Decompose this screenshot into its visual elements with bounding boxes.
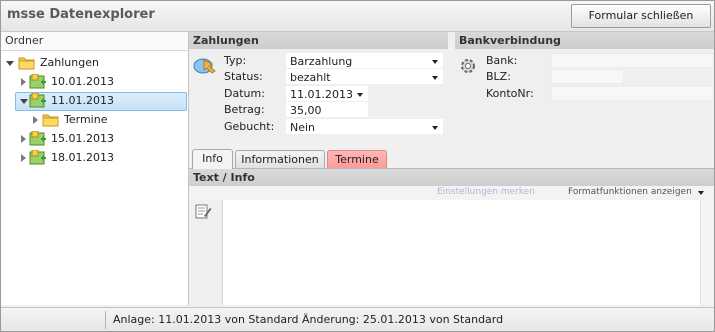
- field-row-datum: Datum: 11.01.2013: [219, 86, 448, 102]
- tree-item-label: 15.01.2013: [51, 132, 114, 145]
- editor-scrollbar[interactable]: [700, 200, 714, 305]
- text-panel-header: Text / Info: [189, 169, 714, 186]
- tree-item-label: 10.01.2013: [51, 75, 114, 88]
- dropdown-arrow-icon[interactable]: [698, 191, 704, 195]
- field-row-status: Status: bezahlt: [219, 69, 448, 85]
- field-label: Status:: [224, 70, 263, 83]
- expand-arrow-icon[interactable]: [21, 154, 26, 162]
- field-value: bezahlt: [290, 71, 331, 84]
- gear-icon: [458, 56, 478, 79]
- field-value: Barzahlung: [290, 55, 353, 68]
- field-row-typ: Typ: Barzahlung: [219, 53, 448, 69]
- dropdown-arrow-icon[interactable]: [432, 126, 438, 130]
- field-label: BLZ:: [486, 70, 511, 83]
- close-form-button[interactable]: Formular schließen: [571, 4, 711, 28]
- dropdown-arrow-icon[interactable]: [432, 60, 438, 64]
- gebucht-dropdown[interactable]: Nein: [286, 119, 443, 134]
- note-edit-icon[interactable]: [194, 202, 212, 223]
- date-node-icon: [29, 149, 47, 172]
- field-row-bank: Bank:: [480, 53, 714, 69]
- tree-item-label: 11.01.2013: [51, 94, 114, 107]
- tree-item-label: 18.01.2013: [51, 151, 114, 164]
- payment-group: Zahlungen Typ: Barzahlung Status: bezahl…: [189, 32, 448, 137]
- blz-input[interactable]: [551, 69, 624, 84]
- expand-arrow-icon[interactable]: [21, 78, 26, 86]
- tab-info[interactable]: Info: [192, 149, 233, 169]
- datum-datepicker[interactable]: 11.01.2013: [286, 86, 368, 101]
- bank-group-header: Bankverbindung: [455, 32, 714, 49]
- field-row-gebucht: Gebucht: Nein: [219, 119, 448, 135]
- kontonr-input[interactable]: [551, 86, 714, 101]
- status-divider: [105, 311, 106, 329]
- field-value: 35,00: [290, 104, 322, 117]
- field-label: Betrag:: [224, 103, 265, 116]
- window-title: msse Datenexplorer: [7, 7, 155, 22]
- bank-input[interactable]: [551, 53, 714, 68]
- field-label: Typ:: [224, 54, 247, 67]
- tree-item-date[interactable]: 18.01.2013: [1, 149, 187, 167]
- dropdown-arrow-icon[interactable]: [432, 76, 438, 80]
- tab-strip: Info Informationen Termine: [189, 148, 714, 169]
- betrag-input[interactable]: 35,00: [286, 102, 368, 117]
- tab-termine[interactable]: Termine: [327, 150, 387, 168]
- dropdown-arrow-icon[interactable]: [357, 93, 363, 97]
- field-label: KontoNr:: [486, 87, 534, 100]
- field-label: Gebucht:: [224, 120, 275, 133]
- payment-group-header: Zahlungen: [189, 32, 448, 49]
- status-bar: Anlage: 11.01.2013 von Standard Änderung…: [1, 307, 714, 331]
- tree-item-date[interactable]: 10.01.2013: [1, 73, 187, 91]
- payment-icon: [192, 56, 218, 81]
- field-row-blz: BLZ:: [480, 69, 714, 85]
- sidebar-header: Ordner: [1, 32, 188, 51]
- expand-arrow-icon[interactable]: [33, 116, 38, 124]
- expand-arrow-icon[interactable]: [21, 135, 26, 143]
- status-dropdown[interactable]: bezahlt: [286, 69, 443, 84]
- field-row-betrag: Betrag: 35,00: [219, 102, 448, 118]
- tree-item-date[interactable]: 15.01.2013: [1, 130, 187, 148]
- field-label: Bank:: [486, 54, 518, 67]
- expand-arrow-icon[interactable]: [20, 99, 28, 104]
- typ-dropdown[interactable]: Barzahlung: [286, 53, 443, 68]
- text-editor[interactable]: [223, 200, 698, 305]
- field-label: Datum:: [224, 87, 265, 100]
- bank-group: Bankverbindung Bank: BLZ: KontoNr:: [455, 32, 714, 110]
- tree-item-termine[interactable]: Termine: [1, 111, 187, 129]
- tree-item-label: Termine: [64, 113, 108, 126]
- tree-item-label: Zahlungen: [40, 56, 99, 69]
- tab-informationen[interactable]: Informationen: [235, 150, 325, 168]
- save-settings-link[interactable]: Einstellungen merken: [437, 187, 535, 197]
- field-row-kontonr: KontoNr:: [480, 86, 714, 102]
- editor-side-strip: [189, 200, 223, 305]
- tree-item-zahlungen[interactable]: Zahlungen: [1, 54, 187, 72]
- folder-sidebar: Ordner Zahlungen 10.01.2013 11.01.2013 T…: [1, 32, 189, 305]
- format-functions-toggle[interactable]: Formatfunktionen anzeigen: [568, 187, 692, 197]
- detail-panel: Zahlungen Typ: Barzahlung Status: bezahl…: [189, 32, 714, 305]
- field-value: 11.01.2013: [290, 88, 353, 101]
- status-text: Anlage: 11.01.2013 von Standard Änderung…: [113, 313, 504, 326]
- field-value: Nein: [290, 121, 316, 134]
- title-bar: msse Datenexplorer Formular schließen: [1, 1, 714, 32]
- app-window: msse Datenexplorer Formular schließen Or…: [0, 0, 715, 332]
- expand-arrow-icon[interactable]: [6, 61, 14, 66]
- tree-item-date-selected[interactable]: 11.01.2013: [1, 92, 187, 111]
- text-toolbar: Einstellungen merken Formatfunktionen an…: [189, 186, 714, 200]
- text-info-panel: Text / Info Einstellungen merken Formatf…: [189, 169, 714, 305]
